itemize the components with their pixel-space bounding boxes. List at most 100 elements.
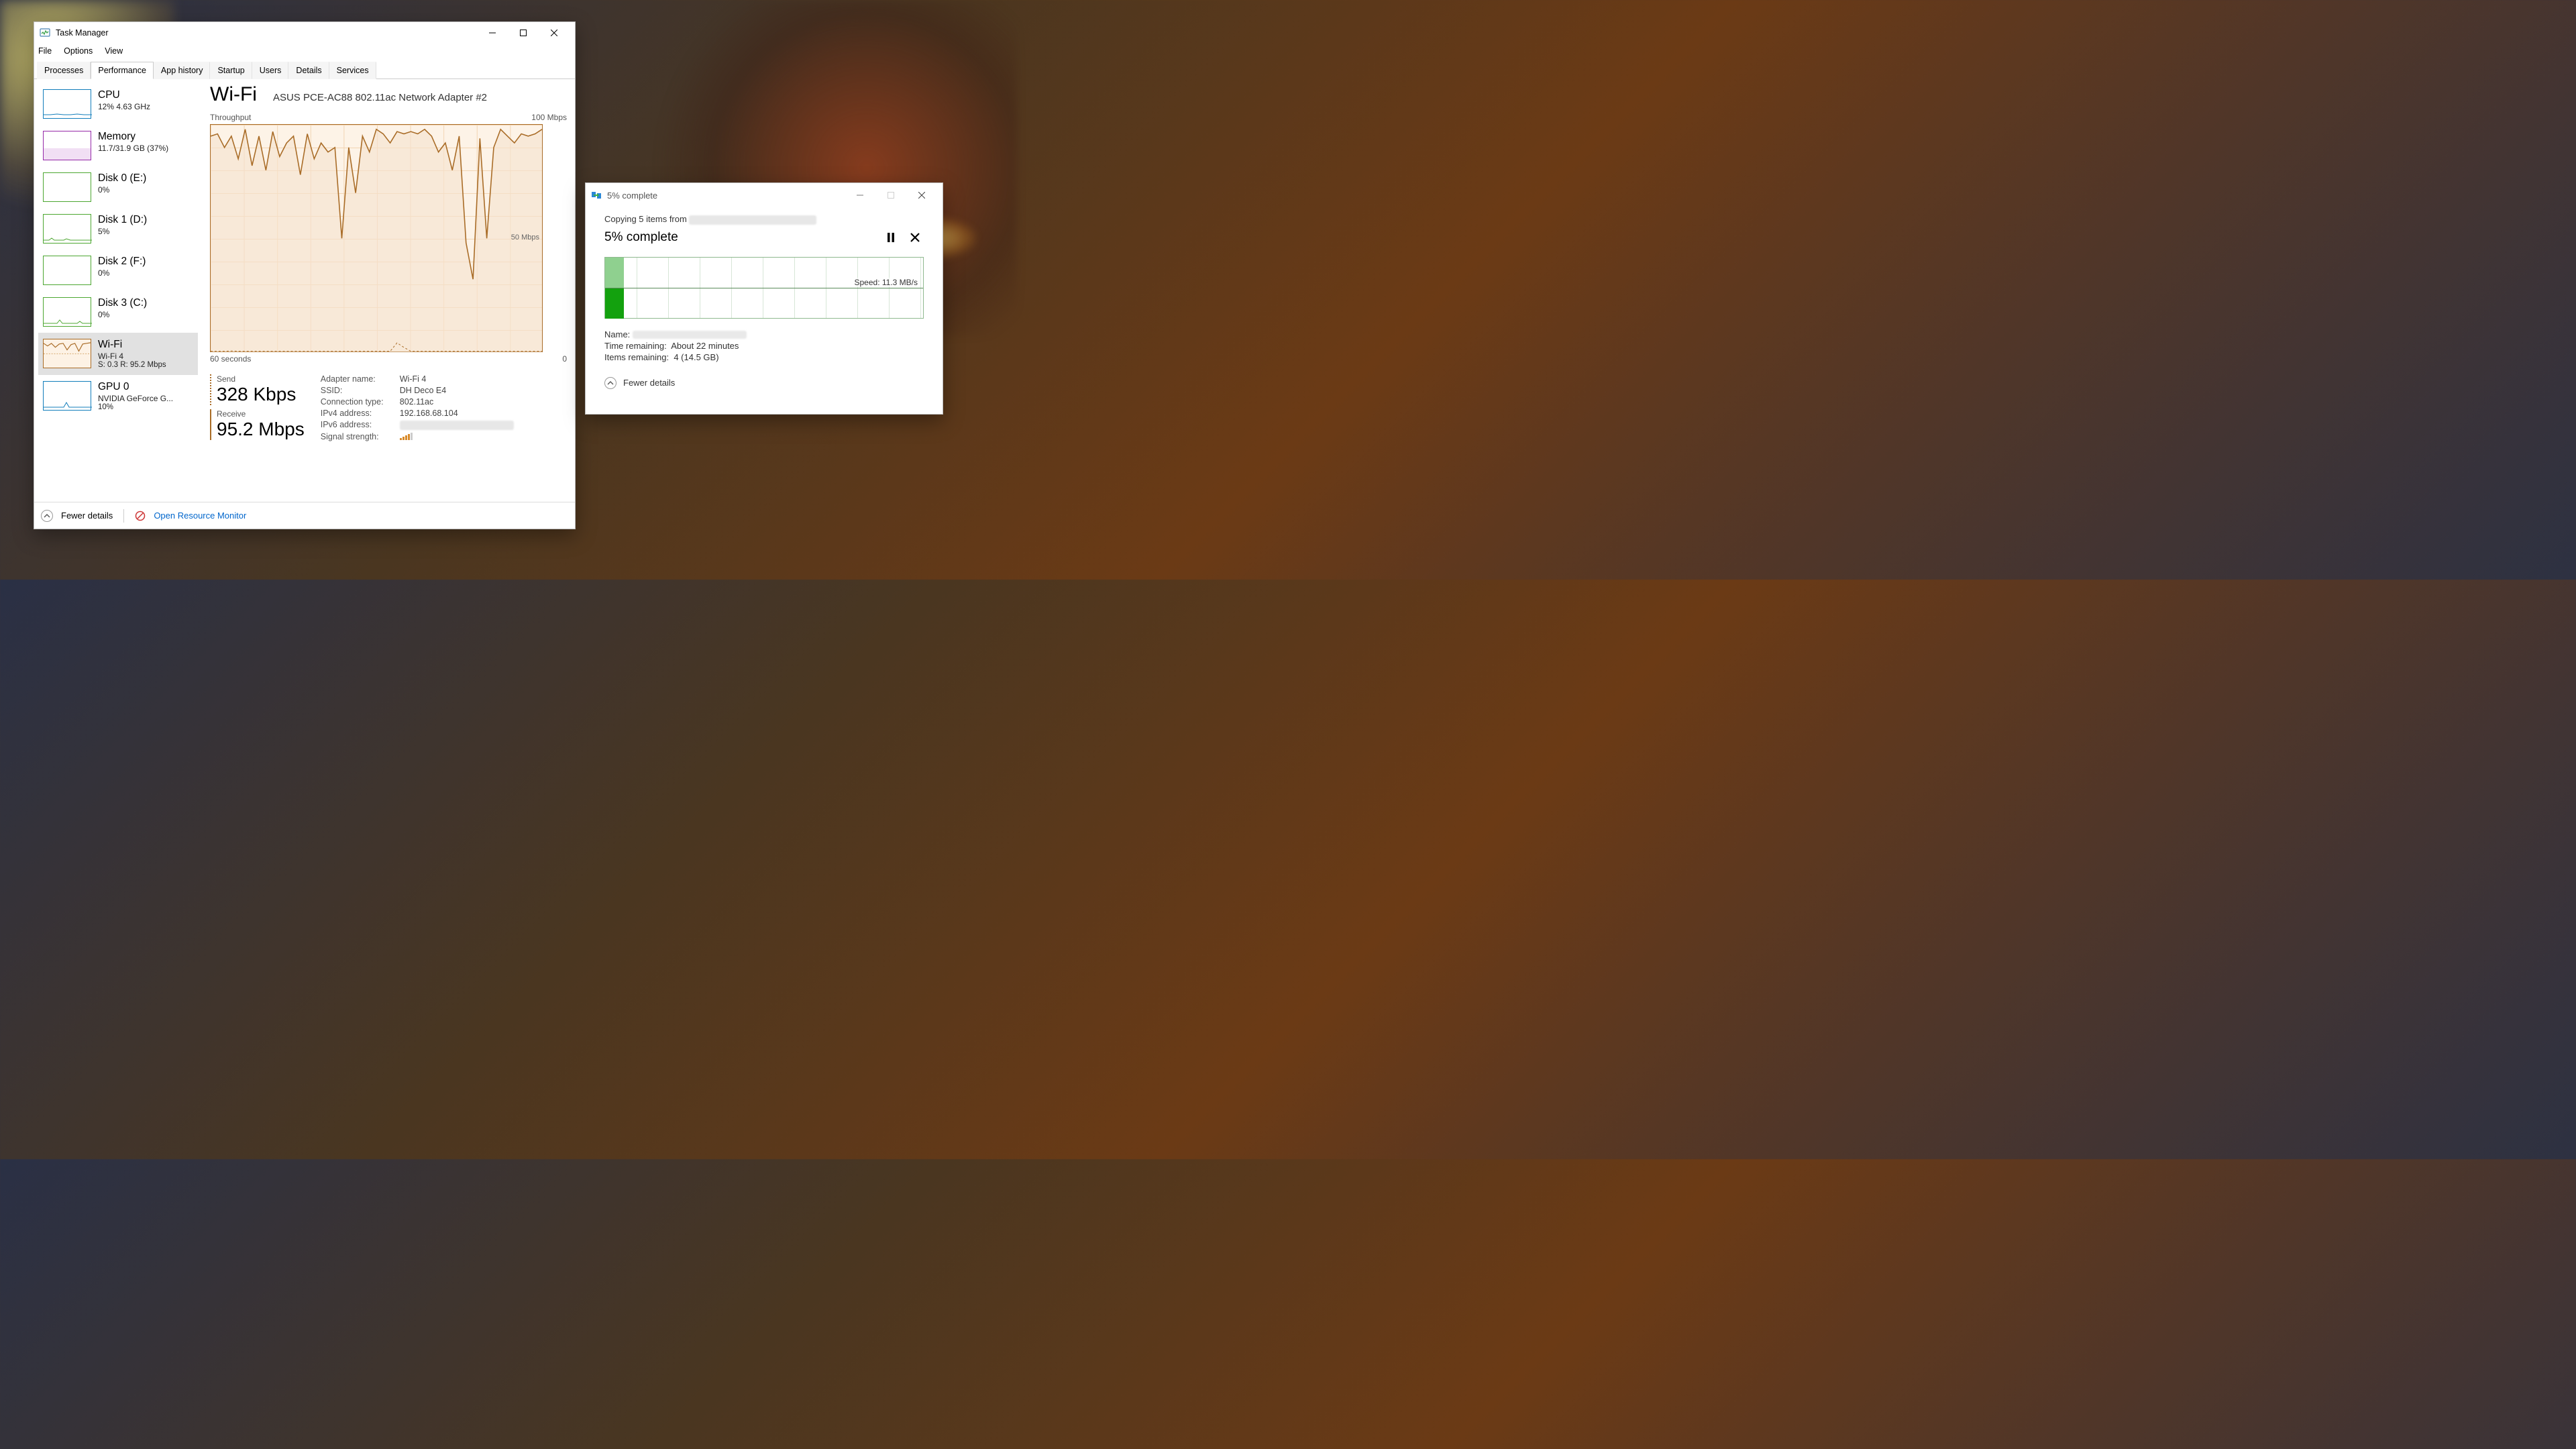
copy-desc-prefix: Copying 5 items from [604, 214, 689, 224]
copy-time-k: Time remaining: [604, 341, 667, 351]
copy-window-title: 5% complete [607, 191, 845, 201]
kv-ipv4-v: 192.168.68.104 [400, 409, 514, 418]
sidebar-memory-title: Memory [98, 131, 168, 143]
kv-signal-k: Signal strength: [321, 432, 400, 442]
fewer-details-link[interactable]: Fewer details [61, 511, 113, 521]
copy-progress-lower [605, 288, 624, 319]
disk3-thumb [43, 297, 91, 327]
copy-transfer-icon [591, 190, 602, 201]
menu-options[interactable]: Options [64, 46, 93, 56]
gpu-thumb [43, 381, 91, 411]
performance-sidebar: CPU 12% 4.63 GHz Memory 11.7/31.9 GB (37… [38, 83, 198, 502]
copy-titlebar[interactable]: 5% complete [586, 183, 943, 207]
pause-button[interactable] [882, 229, 900, 246]
copy-heading: 5% complete [604, 230, 875, 245]
tab-app-history[interactable]: App history [154, 62, 211, 79]
receive-label: Receive [217, 409, 305, 419]
sidebar-item-disk1[interactable]: Disk 1 (D:) 5% [38, 208, 198, 250]
adapter-name-full: ASUS PCE-AC88 802.11ac Network Adapter #… [273, 92, 487, 103]
chart-foot-left: 60 seconds [210, 354, 251, 364]
sidebar-wifi-sub2: S: 0.3 R: 95.2 Mbps [98, 361, 166, 369]
copy-items-k: Items remaining: [604, 352, 669, 362]
sidebar-disk1-sub: 5% [98, 227, 147, 236]
tm-footer: Fewer details Open Resource Monitor [34, 502, 575, 529]
minimize-button[interactable] [477, 23, 508, 43]
redacted-filename [633, 331, 747, 339]
menu-file[interactable]: File [38, 46, 52, 56]
sidebar-gpu-sub2: 10% [98, 403, 173, 411]
kv-conn-k: Connection type: [321, 397, 400, 407]
copy-metadata: Name: Time remaining: About 22 minutes I… [604, 329, 924, 362]
tab-details[interactable]: Details [288, 62, 329, 79]
kv-ipv4-k: IPv4 address: [321, 409, 400, 418]
tab-services[interactable]: Services [329, 62, 376, 79]
sidebar-disk0-sub: 0% [98, 185, 146, 195]
kv-adapter-v: Wi-Fi 4 [400, 374, 514, 384]
sidebar-gpu-title: GPU 0 [98, 381, 173, 393]
menubar: File Options View [34, 44, 575, 58]
sidebar-disk1-title: Disk 1 (D:) [98, 214, 147, 226]
kv-ipv6-v [400, 420, 514, 430]
sidebar-item-disk0[interactable]: Disk 0 (E:) 0% [38, 166, 198, 208]
sidebar-item-wifi[interactable]: Wi-Fi Wi-Fi 4 S: 0.3 R: 95.2 Mbps [38, 333, 198, 375]
copy-close-button[interactable] [906, 185, 937, 205]
disk2-thumb [43, 256, 91, 285]
kv-ssid-k: SSID: [321, 386, 400, 395]
menu-view[interactable]: View [105, 46, 123, 56]
task-manager-window: Task Manager File Options View Processes… [34, 21, 576, 529]
resource-monitor-icon [135, 511, 146, 521]
sidebar-wifi-sub: Wi-Fi 4 [98, 352, 166, 361]
titlebar[interactable]: Task Manager [34, 22, 575, 44]
task-manager-icon [40, 28, 50, 38]
footer-divider [123, 509, 124, 523]
cancel-button[interactable] [906, 229, 924, 246]
sidebar-cpu-sub: 12% 4.63 GHz [98, 102, 150, 111]
chart-caption-right: 100 Mbps [531, 113, 567, 122]
chart-foot-right: 0 [562, 354, 567, 364]
wifi-thumb [43, 339, 91, 368]
open-resource-monitor-link[interactable]: Open Resource Monitor [154, 511, 246, 521]
cpu-thumb [43, 89, 91, 119]
send-label: Send [217, 374, 305, 384]
kv-conn-v: 802.11ac [400, 397, 514, 407]
sidebar-item-disk2[interactable]: Disk 2 (F:) 0% [38, 250, 198, 291]
receive-value: 95.2 Mbps [217, 419, 305, 440]
maximize-button[interactable] [508, 23, 539, 43]
tab-performance[interactable]: Performance [91, 62, 154, 79]
sidebar-item-memory[interactable]: Memory 11.7/31.9 GB (37%) [38, 125, 198, 166]
tab-processes[interactable]: Processes [37, 62, 91, 79]
copy-minimize-button[interactable] [845, 185, 875, 205]
memory-thumb [43, 131, 91, 160]
tab-users[interactable]: Users [252, 62, 289, 79]
copy-dialog-window: 5% complete Copying 5 items from 5% comp… [585, 182, 943, 415]
sidebar-item-disk3[interactable]: Disk 3 (C:) 0% [38, 291, 198, 333]
main-heading: Wi-Fi [210, 83, 257, 106]
copy-items-v: 4 (14.5 GB) [674, 352, 718, 362]
performance-main: Wi-Fi ASUS PCE-AC88 802.11ac Network Ada… [198, 83, 571, 502]
sidebar-disk3-title: Disk 3 (C:) [98, 297, 147, 309]
sidebar-item-cpu[interactable]: CPU 12% 4.63 GHz [38, 83, 198, 125]
chevron-up-icon[interactable] [41, 510, 53, 522]
tab-startup[interactable]: Startup [210, 62, 252, 79]
throughput-chart[interactable]: 50 Mbps [210, 124, 543, 352]
window-title: Task Manager [56, 28, 477, 38]
sidebar-disk0-title: Disk 0 (E:) [98, 172, 146, 184]
copy-speed-graph[interactable]: Speed: 11.3 MB/s [604, 257, 924, 319]
copy-description: Copying 5 items from [604, 214, 924, 225]
wifi-details: Adapter name: Wi-Fi 4 SSID: DH Deco E4 C… [321, 374, 514, 442]
tabstrip: Processes Performance App history Startu… [34, 61, 575, 79]
sidebar-disk3-sub: 0% [98, 310, 147, 319]
chevron-up-icon[interactable] [604, 377, 616, 389]
sidebar-cpu-title: CPU [98, 89, 150, 101]
disk1-thumb [43, 214, 91, 244]
send-value: 328 Kbps [217, 384, 305, 405]
disk0-thumb [43, 172, 91, 202]
copy-maximize-button[interactable] [875, 185, 906, 205]
sidebar-item-gpu[interactable]: GPU 0 NVIDIA GeForce G... 10% [38, 375, 198, 417]
copy-fewer-details-link[interactable]: Fewer details [623, 378, 675, 388]
close-button[interactable] [539, 23, 570, 43]
copy-progress-upper [605, 258, 624, 288]
signal-strength-icon [400, 432, 514, 442]
sidebar-gpu-sub: NVIDIA GeForce G... [98, 394, 173, 403]
copy-name-k: Name: [604, 329, 630, 339]
